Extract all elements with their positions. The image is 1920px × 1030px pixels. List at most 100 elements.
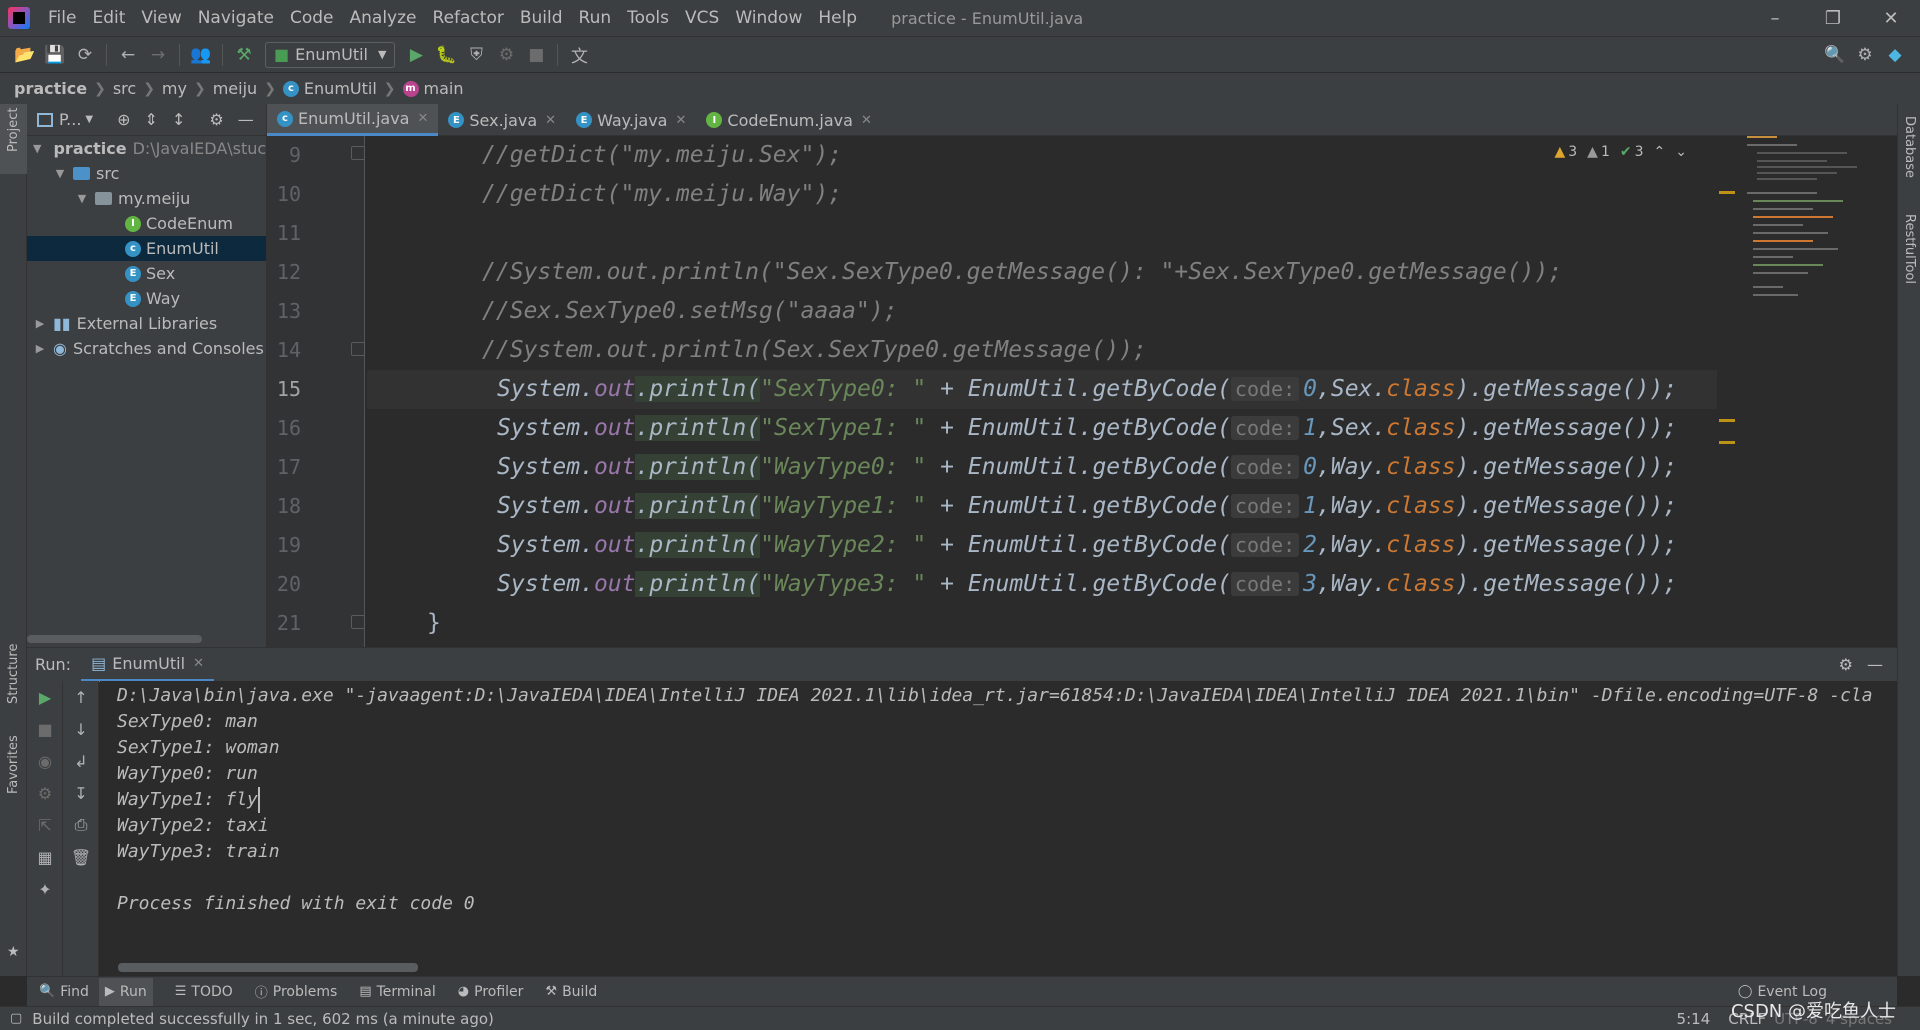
run-configuration-select[interactable]: ■ EnumUtil ▼ [265,41,396,68]
menu-build[interactable]: Build [512,0,571,36]
run-tab-enumutil[interactable]: ▤ EnumUtil ✕ [81,648,214,682]
tab-way[interactable]: E Way.java ✕ [566,104,696,136]
menu-vcs[interactable]: VCS [677,0,727,36]
close-icon[interactable]: ✕ [193,656,204,671]
expand-arrow-icon[interactable]: ▼ [33,142,41,155]
close-icon[interactable]: ✕ [545,113,556,128]
build-hammer-icon[interactable]: ⚒ [229,40,259,70]
breadcrumb-practice[interactable]: practice [14,79,87,98]
settings-gear-icon[interactable]: ⚙ [209,110,223,129]
menu-navigate[interactable]: Navigate [190,0,282,36]
layout-toggle-icon[interactable]: ▢ [10,1011,22,1026]
hide-icon[interactable]: — [1867,655,1883,674]
translate-icon[interactable]: 文 [564,40,594,70]
sync-icon[interactable]: ⟳ [70,40,100,70]
console-scrollbar[interactable] [118,963,418,972]
rerun-icon[interactable]: ▶ [27,681,63,713]
tab-sex[interactable]: E Sex.java ✕ [438,104,566,136]
menu-view[interactable]: View [133,0,189,36]
profiler-tool-button[interactable]: ◕ Profiler [458,984,524,1000]
print-icon[interactable]: ⎙ [63,809,99,841]
find-tool-button[interactable]: 🔍 Find [39,984,89,1000]
tree-node-external-libraries[interactable]: ▶ ▮▮ External Libraries [27,311,266,336]
collapse-arrow-icon[interactable]: ▶ [33,342,47,355]
debug-icon[interactable]: ⚙ [27,777,63,809]
up-arrow-icon[interactable]: ↑ [63,681,99,713]
soft-wrap-icon[interactable]: ↲ [63,745,99,777]
tree-node-package[interactable]: ▼ my.meiju [27,186,266,211]
settings-gear-icon[interactable]: ⚙ [1839,655,1853,674]
fold-icon[interactable] [351,615,365,629]
project-scrollbar[interactable] [27,635,202,643]
breadcrumb-my[interactable]: my [162,79,187,98]
code-editor[interactable]: 9 10 11 12 13 14 15 16 17 18 19 20 21 //… [267,136,1897,647]
build-tool-button[interactable]: ⚒ Build [545,984,597,1000]
tree-node-codeenum[interactable]: I CodeEnum [27,211,266,236]
tree-node-way[interactable]: E Way [27,286,266,311]
save-icon[interactable]: 💾 [40,40,70,70]
menu-window[interactable]: Window [727,0,810,36]
layout-icon[interactable]: ▦ [27,841,63,873]
previous-highlight-icon[interactable]: ⌃ [1654,144,1666,160]
restore-icon[interactable]: ❐ [1804,0,1862,36]
problems-tool-button[interactable]: ⓘ Problems [255,982,338,1002]
close-icon[interactable]: ✕ [417,111,428,126]
exit-icon[interactable]: ⇱ [27,809,63,841]
breadcrumb-main[interactable]: m main [402,79,464,98]
tab-enumutil[interactable]: c EnumUtil.java ✕ [267,104,439,136]
tree-node-src[interactable]: ▼ src [27,161,266,186]
close-icon[interactable]: ✕ [1862,0,1920,36]
menu-run[interactable]: Run [571,0,620,36]
breadcrumb-src[interactable]: src [113,79,136,98]
locate-icon[interactable]: ⊕ [117,110,130,129]
minimize-icon[interactable]: – [1746,0,1804,36]
todo-tool-button[interactable]: ☰ TODO [175,984,233,1000]
inspection-widget[interactable]: ▲ 3 ▲ 1 ✔ 3 ⌃ ⌄ [1544,144,1687,160]
debug-icon[interactable]: 🐛 [431,40,461,70]
editor-gutter[interactable]: 9 10 11 12 13 14 15 16 17 18 19 20 21 [267,136,365,647]
menu-edit[interactable]: Edit [84,0,133,36]
cursor-position[interactable]: 5:14 [1677,1010,1711,1028]
tree-node-practice[interactable]: ▼ practice D:\JavaIEDA\stuc [27,136,266,161]
menu-help[interactable]: Help [810,0,865,36]
menu-refactor[interactable]: Refactor [425,0,512,36]
favorites-tool-button[interactable]: Favorites [6,735,21,794]
warning-marker[interactable] [1719,191,1735,194]
vcs-user-icon[interactable]: 👥 [186,40,216,70]
close-icon[interactable]: ✕ [861,113,872,128]
collapse-arrow-icon[interactable]: ▶ [33,317,47,330]
restful-tool-button[interactable]: RestfulTool [1902,214,1917,284]
coverage-icon[interactable]: ⛨ [461,40,491,70]
expand-arrow-icon[interactable]: ▼ [75,192,89,205]
menu-tools[interactable]: Tools [619,0,677,36]
down-arrow-icon[interactable]: ↓ [63,713,99,745]
close-icon[interactable]: ✕ [675,113,686,128]
tab-codeenum[interactable]: I CodeEnum.java ✕ [696,104,881,136]
next-highlight-icon[interactable]: ⌄ [1675,144,1687,160]
stop-icon[interactable]: ■ [27,713,63,745]
search-icon[interactable]: 🔍 [1820,40,1850,70]
camera-icon[interactable]: ◉ [27,745,63,777]
status-message[interactable]: Build completed successfully in 1 sec, 6… [32,1010,494,1028]
menu-code[interactable]: Code [282,0,342,36]
back-arrow-icon[interactable]: ← [113,40,143,70]
tree-node-scratches[interactable]: ▶ ◉ Scratches and Consoles [27,336,266,361]
fold-icon[interactable] [351,146,365,160]
stop-icon[interactable]: ■ [521,40,551,70]
terminal-tool-button[interactable]: ▤ Terminal [359,984,435,1000]
tree-node-sex[interactable]: E Sex [27,261,266,286]
profile-icon[interactable]: ⚙ [491,40,521,70]
warning-marker[interactable] [1719,441,1735,444]
warning-marker[interactable] [1719,419,1735,422]
menu-file[interactable]: File [40,0,84,36]
breadcrumb-enumutil[interactable]: c EnumUtil [282,79,377,98]
collapse-all-icon[interactable]: ↕ [172,110,185,129]
menu-analyze[interactable]: Analyze [342,0,425,36]
tree-node-enumutil[interactable]: c EnumUtil [27,236,266,261]
open-folder-icon[interactable]: 📂 [10,40,40,70]
fold-icon[interactable] [351,342,365,356]
run-console[interactable]: D:\Java\bin\java.exe "-javaagent:D:\Java… [100,681,1897,976]
scroll-to-end-icon[interactable]: ↧ [63,777,99,809]
run-icon[interactable]: ▶ [401,40,431,70]
expand-all-icon[interactable]: ⇕ [145,110,158,129]
